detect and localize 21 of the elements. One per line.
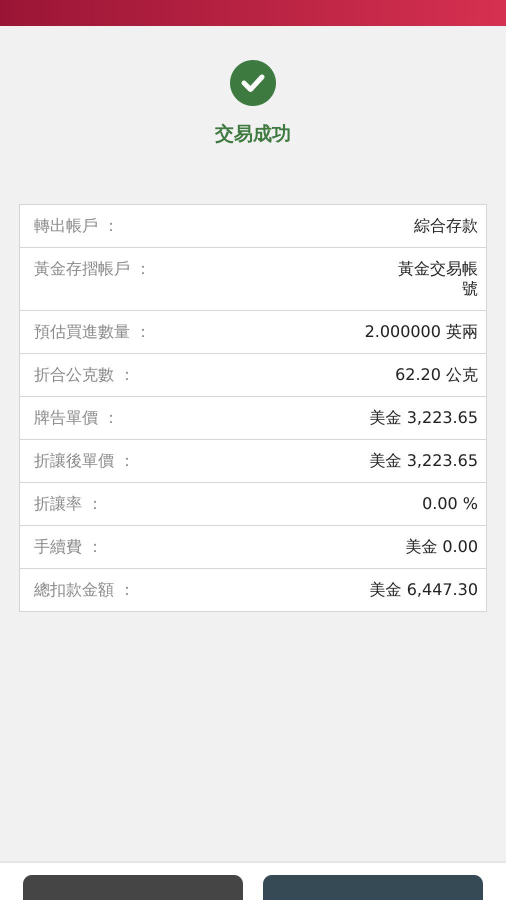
field-label: 總扣款金額 ： — [34, 580, 136, 600]
field-value: 綜合存款 — [414, 216, 478, 236]
field-label: 折合公克數 ： — [34, 365, 136, 385]
action-button[interactable] — [263, 875, 483, 900]
field-label: 折讓率 ： — [34, 494, 104, 514]
field-value: 0.00 % — [422, 494, 478, 514]
field-label: 手續費 ： — [34, 537, 104, 557]
field-label: 轉出帳戶 ： — [34, 216, 120, 236]
field-label: 預估買進數量 ： — [34, 322, 152, 342]
action-button[interactable] — [23, 875, 243, 900]
status-message: 交易成功 — [215, 122, 291, 146]
field-label: 黃金存摺帳戶 ： — [34, 259, 152, 279]
field-value: 黃金交易帳號 — [397, 259, 478, 299]
field-value: 美金 3,223.65 — [370, 408, 478, 428]
field-value: 美金 0.00 — [405, 537, 478, 557]
field-value: 62.20 公克 — [395, 365, 478, 385]
field-value: 美金 3,223.65 — [370, 451, 478, 471]
field-label: 折讓後單價 ： — [34, 451, 136, 471]
field-value: 美金 6,447.30 — [370, 580, 478, 600]
field-label: 牌告單價 ： — [34, 408, 120, 428]
field-value: 2.000000 英兩 — [364, 322, 478, 342]
